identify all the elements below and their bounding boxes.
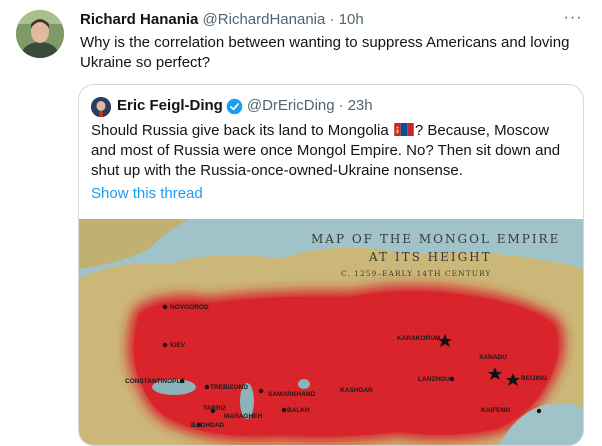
quote-separator: · — [338, 97, 344, 114]
city-label-novgorod: NOVGOROD — [170, 304, 209, 311]
author-name[interactable]: Richard Hanania — [80, 11, 198, 28]
city-label-balkh: BALKH — [287, 407, 310, 414]
mongolia-flag-icon — [394, 123, 414, 136]
map-title-line2: AT ITS HEIGHT — [368, 250, 492, 264]
city-label-kiev: KIEV — [170, 342, 186, 349]
city-label-kaifeng: KAIFENG — [481, 407, 510, 414]
quote-author-name[interactable]: Eric Feigl-Ding — [117, 96, 223, 116]
city-label-baghdad: BAGHDAD — [191, 422, 225, 429]
quote-text: Should Russia give back its land to Mong… — [91, 121, 573, 181]
quote-author-handle[interactable]: @DrEricDing — [247, 96, 335, 116]
tweet-time[interactable]: 10h — [339, 11, 364, 28]
quote-text-part1: Should Russia give back its land to Mong… — [91, 122, 393, 139]
author-handle[interactable]: @RichardHanania — [203, 11, 326, 28]
map-title-line3: C. 1259–EARLY 14TH CENTURY — [341, 269, 491, 278]
city-label-beijing: BEIJING — [521, 375, 547, 382]
map-title-line1: MAP OF THE MONGOL EMPIRE — [311, 232, 560, 246]
mongol-empire-map-image[interactable]: MAP OF THE MONGOL EMPIRE AT ITS HEIGHT C… — [79, 219, 583, 445]
tweet-text: Why is the correlation between wanting t… — [80, 34, 570, 71]
city-label-tabriz: TABRIZ — [203, 405, 226, 412]
city-label-xanadu: XANADU — [479, 354, 507, 361]
city-label-constantinople: CONSTANTINOPLE — [125, 378, 185, 385]
quote-tweet[interactable]: Eric Feigl-Ding @DrEricDing · 23h Should… — [78, 84, 584, 446]
show-thread-link[interactable]: Show this thread — [91, 185, 203, 202]
avatar[interactable] — [16, 10, 64, 58]
tweet-header: Richard Hanania @RichardHanania · 10h — [80, 10, 364, 30]
verified-badge-icon — [226, 98, 243, 114]
city-label-samarkhand: SAMARKHAND — [268, 391, 316, 398]
quote-header: Eric Feigl-Ding @DrEricDing · 23h — [117, 96, 373, 116]
separator: · — [329, 11, 335, 28]
city-label-lanzhou: LANZHOU — [418, 376, 450, 383]
city-label-karakorum: KARAKORUM — [397, 335, 440, 342]
city-label-kashgar: KASHGAR — [340, 387, 373, 394]
more-options-icon[interactable]: ··· — [560, 8, 586, 28]
city-label-maragheh: MARAGHEH — [224, 413, 263, 420]
quote-time[interactable]: 23h — [348, 96, 373, 116]
quote-avatar[interactable] — [91, 97, 111, 117]
map-graphic: MAP OF THE MONGOL EMPIRE AT ITS HEIGHT C… — [79, 219, 583, 445]
city-label-trebizond: TREBIZOND — [210, 384, 248, 391]
